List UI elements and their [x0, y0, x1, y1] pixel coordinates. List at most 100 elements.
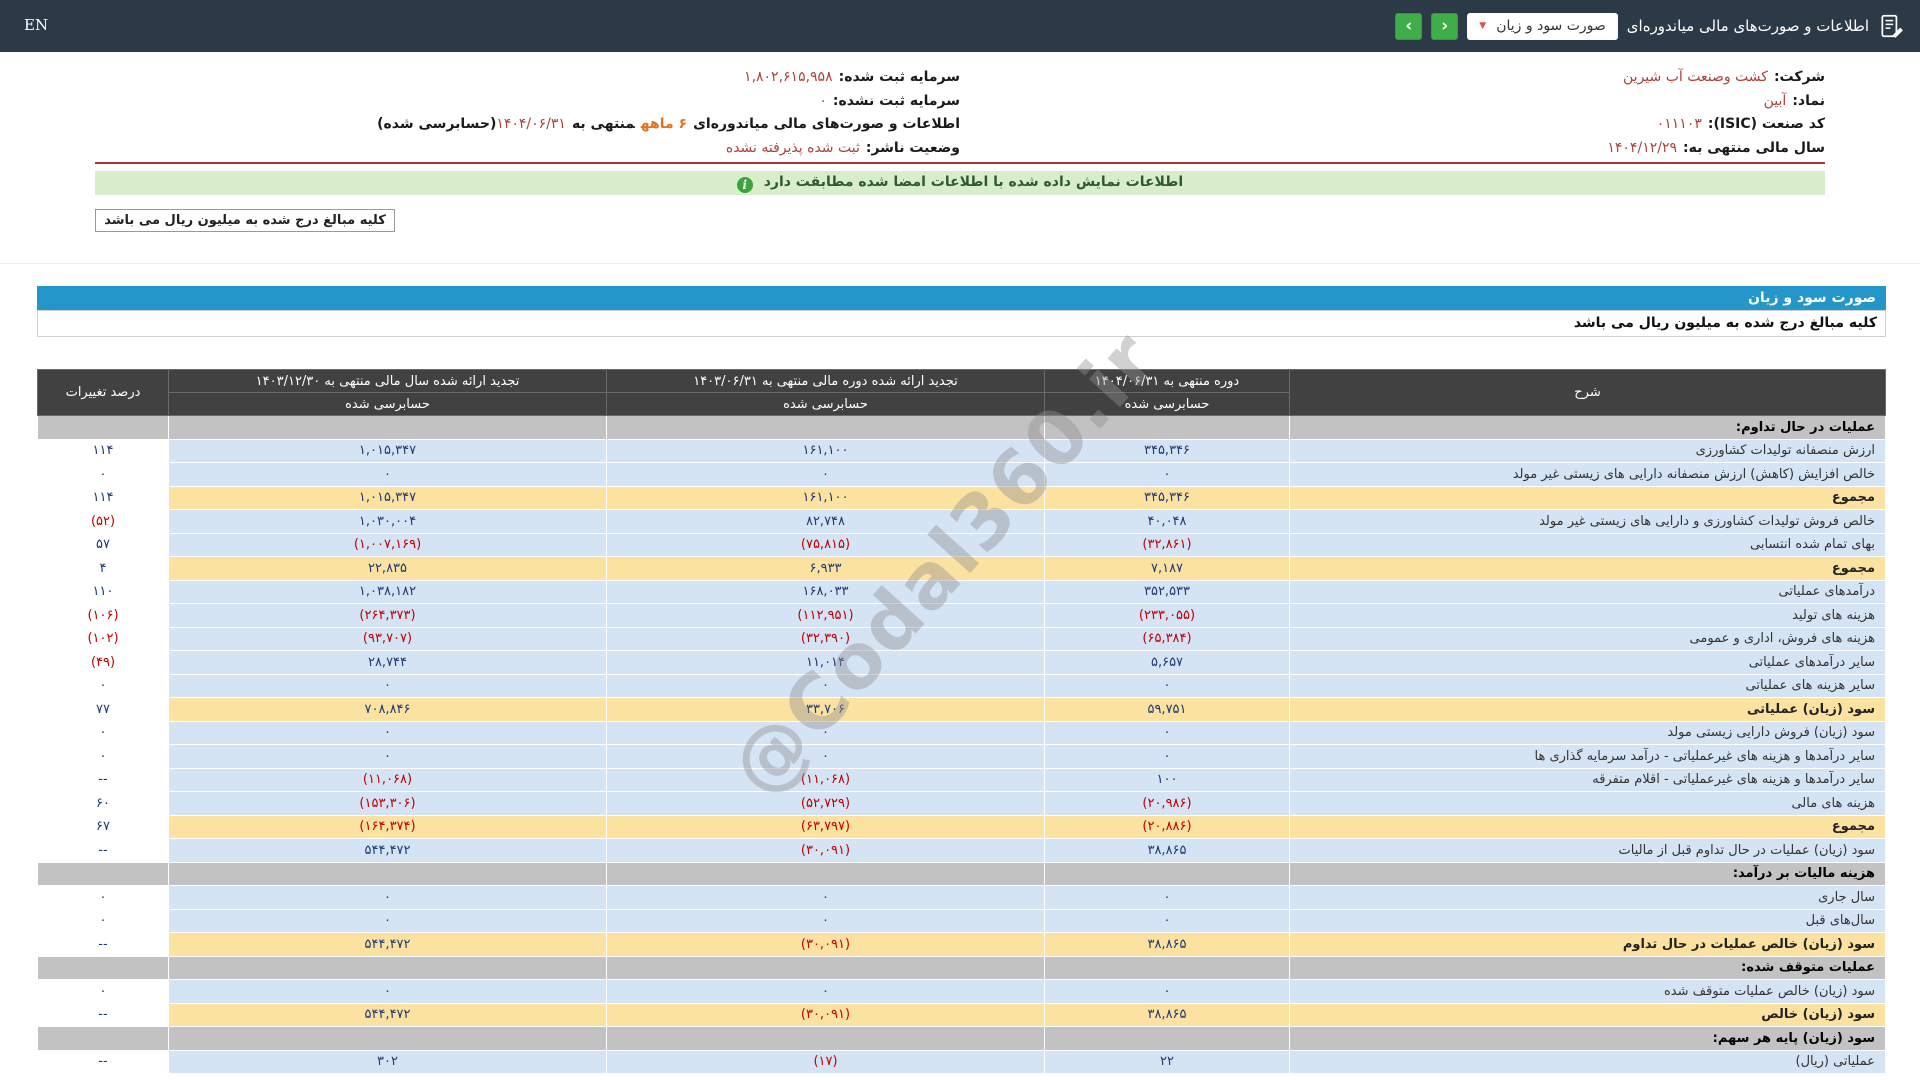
table-row: سود (زیان) عملیات در حال تداوم قبل از ما… [37, 838, 1886, 863]
row-value: ۵۴۴,۴۷۲ [168, 932, 607, 957]
row-label: مجموع [1289, 485, 1886, 510]
row-value: ۰ [168, 720, 607, 745]
period-duration: ۶ ماهه [640, 116, 688, 132]
info-value: آبین [1763, 92, 1787, 109]
company-row: شرکت: کشت وصنعت آب شیرین [960, 66, 1825, 90]
row-percent-change [37, 861, 169, 886]
table-row: سایر درآمدها و هزینه های غیرعملیاتی - اق… [37, 767, 1886, 792]
company-info-right-column: شرکت: کشت وصنعت آب شیرین نماد: آبین کد صنع… [960, 66, 1825, 160]
row-value: ۱,۰۱۵,۳۴۷ [168, 485, 607, 510]
row-value: (۶۳,۷۹۷) [606, 814, 1045, 839]
table-row: مجموع ۷,۱۸۷ ۶,۹۳۳ ۲۲,۸۳۵ ۴ [37, 556, 1886, 581]
subheader-audited: حسابرسی شده [168, 392, 607, 416]
row-value: ۱۱,۰۱۴ [606, 650, 1045, 675]
row-label: سود (زیان) خالص عملیات متوقف شده [1289, 979, 1886, 1004]
row-percent-change [37, 955, 169, 980]
row-label: سود (زیان) عملیاتی [1289, 697, 1886, 722]
info-label: کد صنعت (ISIC): [1707, 116, 1825, 132]
col-header-restated-period: تجدید ارائه شده دوره مالی منتهی به ۱۴۰۳/… [606, 369, 1045, 393]
row-value: ۰ [168, 744, 607, 769]
dropdown-caret-icon: ▼ [1479, 20, 1487, 31]
row-value: ۱,۰۱۵,۳۴۷ [168, 438, 607, 463]
row-label: خالص افزایش (کاهش) ارزش منصفانه دارایی ه… [1289, 462, 1886, 487]
table-row: عملیاتی (ریال) ۲۲ (۱۷) ۳۰۲ -- [37, 1049, 1886, 1074]
table-row: هزینه های مالی (۲۰,۹۸۶) (۵۲,۷۲۹) (۱۵۳,۳۰۶) ۶… [37, 791, 1886, 816]
row-percent-change: ۰ [37, 720, 169, 745]
row-value: ۱۶۱,۱۰۰ [606, 485, 1045, 510]
row-percent-change: -- [37, 1049, 169, 1074]
row-value [1044, 415, 1290, 440]
row-value: ۰ [168, 462, 607, 487]
table-row: سایر درآمدها و هزینه های غیرعملیاتی - در… [37, 744, 1886, 769]
info-label: سرمایه ثبت شده: [838, 69, 960, 85]
info-value: ۰ [819, 92, 827, 109]
info-label: شرکت: [1773, 69, 1825, 85]
topbar-content: اطلاعات و صورت‌های مالی میاندوره‌ای صورت… [0, 0, 1914, 52]
row-label: سایر درآمدها و هزینه های غیرعملیاتی - اق… [1289, 767, 1886, 792]
row-value: ۵۴۴,۴۷۲ [168, 838, 607, 863]
row-percent-change: ۱۱۴ [37, 485, 169, 510]
registered-capital-row: سرمایه ثبت شده: ۱,۸۰۲,۶۱۵,۹۵۸ [95, 66, 960, 90]
table-row: سود (زیان) عملیاتی ۵۹,۷۵۱ ۳۳,۷۰۶ ۷۰۸,۸۴۶ ۷۷ [37, 697, 1886, 722]
row-value [606, 955, 1045, 980]
row-value [168, 415, 607, 440]
row-value: ۴۰,۰۴۸ [1044, 509, 1290, 534]
info-value: ۰۱۱۱۰۳ [1656, 116, 1702, 132]
row-label: عملیاتی (ریال) [1289, 1049, 1886, 1074]
row-value: ۳۸,۸۶۵ [1044, 1002, 1290, 1027]
row-percent-change: ۰ [37, 673, 169, 698]
prev-period-button[interactable]: ‹ [1431, 12, 1459, 40]
next-period-button[interactable]: › [1395, 12, 1423, 40]
row-value: (۱,۰۰۷,۱۶۹) [168, 532, 607, 557]
topbar: اطلاعات و صورت‌های مالی میاندوره‌ای صورت… [0, 0, 1920, 52]
isic-row: کد صنعت (ISIC): ۰۱۱۱۰۳ [960, 113, 1825, 137]
row-value: (۳۲,۳۹۰) [606, 626, 1045, 651]
row-percent-change: -- [37, 767, 169, 792]
signature-match-banner: اطلاعات نمایش داده شده با اطلاعات امضا ش… [95, 171, 1825, 195]
row-value: ۳۸,۸۶۵ [1044, 838, 1290, 863]
statement-type-dropdown[interactable]: صورت سود و زیان ▼ [1467, 12, 1618, 40]
row-value: ۰ [168, 885, 607, 910]
en-language-link[interactable]: EN [24, 16, 48, 34]
table-row: سال جاری ۰ ۰ ۰ ۰ [37, 885, 1886, 910]
publisher-status-row: وضعیت ناشر: ثبت شده پذیرفته نشده [95, 137, 960, 161]
table-row: سود (زیان) خالص عملیات در حال تداوم ۳۸,۸۶… [37, 932, 1886, 957]
row-value: ۱۶۸,۰۳۳ [606, 579, 1045, 604]
row-percent-change: ۰ [37, 462, 169, 487]
row-label: سود (زیان) پایه هر سهم: [1289, 1026, 1886, 1051]
table-section-row: عملیات در حال تداوم: [37, 415, 1886, 440]
row-value: (۳۲,۸۶۱) [1044, 532, 1290, 557]
period-prefix: اطلاعات و صورت‌های مالی میاندوره‌ای [693, 116, 960, 132]
unregistered-capital-row: سرمایه ثبت نشده: ۰ [95, 90, 960, 114]
period-middle: منتهی به [571, 116, 635, 132]
row-percent-change: -- [37, 932, 169, 957]
row-value: (۳۰,۰۹۱) [606, 932, 1045, 957]
row-label: مجموع [1289, 814, 1886, 839]
row-value: (۱۷) [606, 1049, 1045, 1074]
info-value: ۱,۸۰۲,۶۱۵,۹۵۸ [744, 69, 833, 85]
row-value: ۱۰۰ [1044, 767, 1290, 792]
chevron-right-icon: › [1405, 16, 1413, 36]
row-percent-change: (۱۰۲) [37, 626, 169, 651]
col-header-percent-change: درصد تغییرات [37, 369, 169, 416]
row-value: ۰ [606, 885, 1045, 910]
row-value: ۰ [1044, 885, 1290, 910]
row-percent-change [37, 1026, 169, 1051]
row-value: (۱۱۲,۹۵۱) [606, 603, 1045, 628]
row-value: ۷,۱۸۷ [1044, 556, 1290, 581]
row-value: (۲۰,۹۸۶) [1044, 791, 1290, 816]
row-value: ۳۰۲ [168, 1049, 607, 1074]
row-value: ۰ [1044, 720, 1290, 745]
row-label: هزینه های مالی [1289, 791, 1886, 816]
table-row: مجموع ۳۴۵,۳۴۶ ۱۶۱,۱۰۰ ۱,۰۱۵,۳۴۷ ۱۱۴ [37, 485, 1886, 510]
row-value: ۰ [606, 744, 1045, 769]
statement-unit-note: کلیه مبالغ درج شده به میلیون ریال می باش… [37, 310, 1886, 337]
col-header-description: شرح [1289, 369, 1886, 416]
row-value: ۵,۶۵۷ [1044, 650, 1290, 675]
company-info: شرکت: کشت وصنعت آب شیرین نماد: آبین کد صنع… [95, 66, 1825, 160]
row-value: (۳۰,۰۹۱) [606, 838, 1045, 863]
main-content: شرکت: کشت وصنعت آب شیرین نماد: آبین کد صنع… [37, 66, 1886, 1074]
row-value: ۲۲ [1044, 1049, 1290, 1074]
section-divider [0, 263, 1920, 264]
row-label: سود (زیان) خالص [1289, 1002, 1886, 1027]
